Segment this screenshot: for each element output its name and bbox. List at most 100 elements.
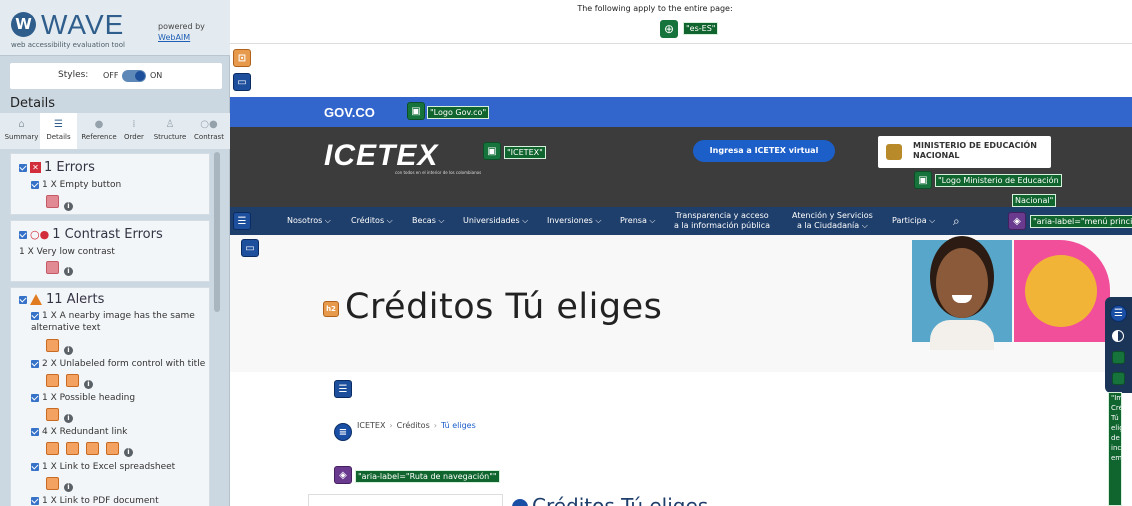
heading-alert-icon[interactable]: h2 [323, 301, 339, 317]
alert-item-redundant-link[interactable]: 4 X Redundant link [31, 426, 127, 438]
ingresa-button[interactable]: Ingresa a ICETEX virtual [693, 140, 835, 162]
info-icon[interactable]: i [64, 267, 73, 276]
contrast-item-low-contrast[interactable]: 1 X Very low contrast [19, 246, 115, 258]
alt-text-icon[interactable]: ▣ [483, 142, 501, 160]
alt-text-icon[interactable] [1112, 372, 1125, 385]
empty-button-error-icon[interactable] [46, 195, 59, 208]
breadcrumb-creditos[interactable]: Créditos [397, 421, 430, 430]
alt-text-icon[interactable]: ▣ [407, 102, 425, 120]
aria-icon[interactable]: ◈ [1008, 212, 1026, 230]
alerts-title: 11 Alerts [46, 292, 105, 307]
alert-item-possible-heading[interactable]: 1 X Possible heading [31, 392, 135, 404]
low-contrast-icon[interactable] [46, 261, 59, 274]
nav-aria-tag[interactable]: "aria-label="menú principal [1030, 215, 1132, 228]
tab-structure-label: Structure [153, 133, 187, 141]
lang-tag[interactable]: "es-ES" [683, 22, 719, 35]
alert-item-unlabeled-form[interactable]: 2 X Unlabeled form control with title [31, 358, 205, 370]
item-checkbox[interactable] [31, 359, 39, 368]
item-checkbox[interactable] [31, 393, 39, 402]
icetex-logo[interactable]: ICETEX [324, 139, 438, 173]
tab-contrast[interactable]: ○● Contrast [190, 113, 228, 149]
item-checkbox[interactable] [31, 180, 39, 189]
structure-icon[interactable]: ▭ [233, 73, 251, 91]
errors-heading[interactable]: ✕ 1 Errors [19, 160, 95, 175]
nav-becas[interactable]: Becas ⌵ [412, 207, 445, 235]
gov-logo-tag[interactable]: "Logo Gov.co" [427, 106, 490, 119]
contrast-heading[interactable]: ○● 1 Contrast Errors [19, 227, 163, 242]
icetex-tag[interactable]: "ICETEX" [504, 146, 546, 159]
styles-toggle[interactable] [122, 70, 146, 82]
item-checkbox[interactable] [31, 427, 39, 436]
nav-atencion[interactable]: Atención y Servicios a la Ciudadanía ⌵ [792, 207, 873, 235]
alerts-heading[interactable]: 11 Alerts [19, 292, 104, 307]
redundant-link-alert-icon[interactable] [86, 442, 99, 455]
breadcrumb-current[interactable]: Tú eliges [441, 421, 476, 430]
sidebar-scrollbar[interactable] [214, 152, 220, 312]
alerts-checkbox[interactable] [19, 295, 27, 304]
info-icon[interactable]: i [64, 346, 73, 355]
structure-icon[interactable] [512, 499, 528, 506]
breadcrumb-icetex[interactable]: ICETEX [357, 421, 385, 430]
nav-participa[interactable]: Participa ⌵ [892, 207, 935, 235]
contrast-checkbox[interactable] [19, 230, 27, 239]
info-icon[interactable]: i [64, 202, 73, 211]
tab-reference-label: Reference [81, 133, 117, 141]
alert-item-alt-text[interactable]: 1 X A nearby image has the same alternat… [31, 310, 206, 334]
hero-photo [912, 240, 1012, 350]
alt-text-icon[interactable]: ▣ [914, 171, 932, 189]
nav-nosotros[interactable]: Nosotros ⌵ [287, 207, 331, 235]
accessibility-icon[interactable]: ☰ [1110, 305, 1127, 322]
tab-details[interactable]: ☰ Details [40, 113, 77, 149]
alt-text-alert-icon[interactable] [46, 339, 59, 352]
structure-icon[interactable]: ≡ [334, 423, 352, 441]
image-alt-tag[interactable]: "Imágenes Créditos Tú eliges de inc em [1108, 392, 1122, 506]
alt-text-icon[interactable] [1112, 351, 1125, 364]
nav-transparencia[interactable]: Transparencia y acceso a la información … [674, 207, 770, 235]
search-icon[interactable]: ⌕ [953, 207, 960, 235]
redundant-link-alert-icon[interactable] [46, 442, 59, 455]
error-item-empty-button[interactable]: 1 X Empty button [31, 179, 121, 191]
alert-item-label: 1 X Link to Excel spreadsheet [42, 462, 176, 472]
info-icon[interactable]: i [64, 483, 73, 492]
gov-logo[interactable]: GOV.CO [324, 105, 375, 120]
item-checkbox[interactable] [31, 496, 39, 505]
page-viewport: The following apply to the entire page: … [230, 0, 1132, 506]
ministerio-tag-1[interactable]: "Logo Ministerio de Educación [935, 174, 1062, 187]
tab-summary[interactable]: ⌂ Summary [3, 113, 40, 149]
tab-order[interactable]: ⁞ Order [121, 113, 147, 149]
ministerio-logo[interactable]: MINISTERIO DE EDUCACIÓN NACIONAL [878, 136, 1051, 168]
possible-heading-alert-icon[interactable] [46, 408, 59, 421]
nav-inversiones[interactable]: Inversiones ⌵ [547, 207, 601, 235]
item-checkbox[interactable] [31, 311, 39, 320]
aria-icon[interactable]: ◈ [334, 466, 352, 484]
alert-icon[interactable]: ⊡ [233, 49, 251, 67]
unlabeled-form-alert-icon[interactable] [46, 374, 59, 387]
unlabeled-form-alert-icon[interactable] [66, 374, 79, 387]
structure-icon[interactable]: ▭ [241, 239, 259, 257]
redundant-link-alert-icon[interactable] [106, 442, 119, 455]
nav-universidades[interactable]: Universidades ⌵ [463, 207, 528, 235]
nav-creditos[interactable]: Créditos ⌵ [351, 207, 393, 235]
excel-link-alert-icon[interactable] [46, 477, 59, 490]
ministerio-tag-2[interactable]: Nacional" [1012, 194, 1057, 207]
info-icon[interactable]: i [124, 448, 133, 457]
alert-item-pdf-link[interactable]: 1 X Link to PDF document [31, 495, 159, 506]
globe-icon[interactable]: ⊕ [660, 20, 678, 38]
info-icon[interactable]: i [64, 414, 73, 423]
nav-prensa[interactable]: Prensa ⌵ [620, 207, 655, 235]
item-checkbox[interactable] [31, 462, 39, 471]
errors-checkbox[interactable] [19, 163, 27, 172]
page-level-note-text: The following apply to the entire page: [577, 4, 733, 13]
hero-title: Créditos Tú eliges [345, 287, 663, 327]
webaim-link[interactable]: WebAIM [158, 32, 205, 43]
contrast-icon[interactable] [1112, 330, 1124, 342]
breadcrumb-aria-tag[interactable]: "aria-label="Ruta de navegación"" [355, 470, 500, 483]
info-icon[interactable]: i [84, 380, 93, 389]
structure-icon[interactable]: ☰ [233, 212, 251, 230]
ministerio-text: MINISTERIO DE EDUCACIÓN NACIONAL [913, 141, 1037, 161]
alert-item-excel-link[interactable]: 1 X Link to Excel spreadsheet [31, 461, 175, 473]
redundant-link-alert-icon[interactable] [66, 442, 79, 455]
tab-reference[interactable]: ● Reference [79, 113, 119, 149]
structure-icon[interactable]: ☰ [334, 380, 352, 398]
tab-structure[interactable]: ♙ Structure [150, 113, 190, 149]
